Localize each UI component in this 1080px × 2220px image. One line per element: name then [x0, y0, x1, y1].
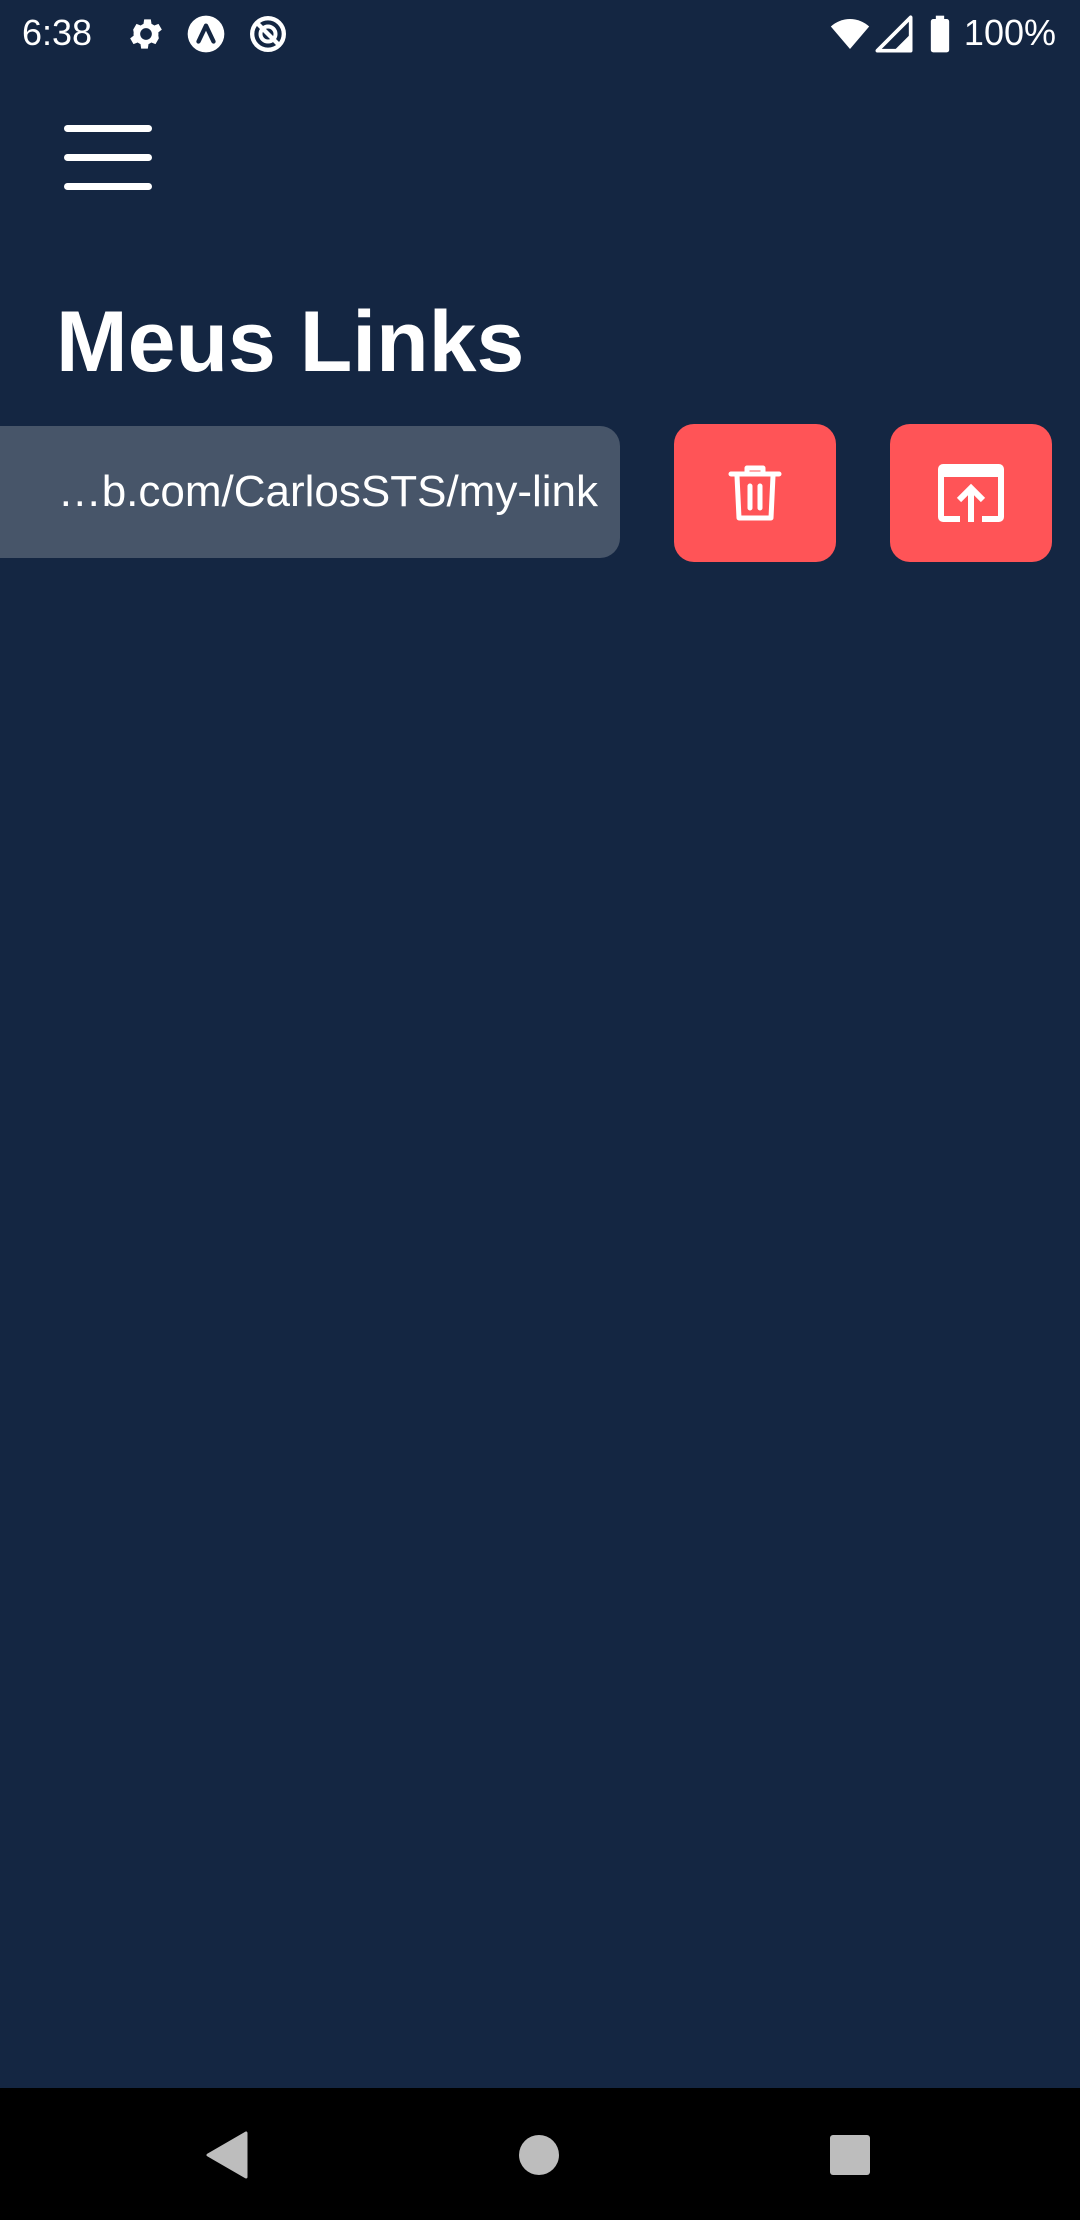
- nav-home-button[interactable]: [494, 2110, 584, 2200]
- trash-icon: [728, 465, 782, 521]
- link-url-text: b.com/CarlosSTS/my-link…: [57, 467, 598, 516]
- back-triangle-icon: [206, 2131, 248, 2179]
- app-q-icon: [248, 14, 288, 54]
- open-in-window-icon: [938, 464, 1004, 522]
- delete-link-button[interactable]: [674, 424, 836, 562]
- navigation-bar: [0, 2088, 1080, 2220]
- home-circle-icon: [519, 2135, 559, 2175]
- status-bar: 6:38 100%: [0, 0, 1080, 66]
- app-a-icon: [186, 14, 226, 54]
- wifi-icon: [830, 14, 870, 54]
- recents-square-icon: [830, 2135, 870, 2175]
- battery-icon: [920, 14, 960, 54]
- app-screen: 6:38 100% Meus Links b.com/CarlosSTS/my-…: [0, 0, 1080, 2220]
- nav-recents-button[interactable]: [805, 2110, 895, 2200]
- nav-back-button[interactable]: [182, 2110, 272, 2200]
- link-url-field[interactable]: b.com/CarlosSTS/my-link…: [0, 426, 620, 558]
- menu-button[interactable]: [56, 118, 160, 198]
- open-link-button[interactable]: [890, 424, 1052, 562]
- battery-percentage: 100%: [963, 12, 1056, 53]
- status-time: 6:38: [22, 12, 93, 53]
- page-title: Meus Links: [56, 294, 525, 390]
- link-item: b.com/CarlosSTS/my-link…: [0, 424, 1080, 564]
- hamburger-menu-icon: [64, 125, 152, 190]
- signal-icon: [874, 14, 914, 54]
- settings-icon: [126, 14, 166, 54]
